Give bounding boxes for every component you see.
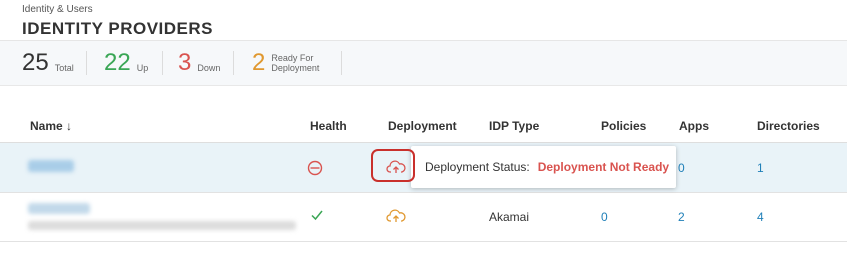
column-header-name[interactable]: Name ↓ [30,119,72,133]
divider [86,51,87,75]
stat-up-value: 22 [104,49,131,76]
redacted-name[interactable] [28,160,74,172]
divider [162,51,163,75]
check-icon [310,208,324,227]
stat-down-value: 3 [178,49,192,76]
stats-bar: 25 Total 22 Up 3 Down 2 Ready For Deploy… [0,41,847,86]
table-header: Name ↓ Health Deployment IDP Type Polici… [0,110,847,143]
idp-type-value: Akamai [489,210,530,224]
stat-ready[interactable]: 2 Ready For Deployment [252,41,331,85]
column-header-idp-type[interactable]: IDP Type [489,119,539,133]
column-header-health[interactable]: Health [310,119,347,133]
stat-up-label: Up [136,63,149,73]
cloud-upload-icon[interactable] [386,208,406,229]
tooltip-label: Deployment Status: [425,160,530,174]
highlight-box [371,149,415,182]
stat-down[interactable]: 3 Down [178,41,220,85]
stat-ready-value: 2 [252,49,266,76]
divider [341,51,342,75]
redacted-description [28,221,296,230]
policies-count[interactable]: 0 [601,210,608,224]
stat-up[interactable]: 22 Up [104,41,148,85]
directories-count[interactable]: 4 [757,210,764,224]
directories-count[interactable]: 1 [757,161,764,175]
breadcrumb[interactable]: Identity & Users [22,4,93,15]
down-icon [307,160,323,181]
column-header-directories[interactable]: Directories [757,119,820,133]
deployment-status-tooltip: Deployment Status: Deployment Not Ready [411,146,676,188]
stat-total[interactable]: 25 Total [22,41,74,85]
redacted-name[interactable] [28,203,90,214]
stat-down-label: Down [197,63,221,73]
column-header-deployment[interactable]: Deployment [388,119,457,133]
column-header-policies[interactable]: Policies [601,119,646,133]
stat-ready-label: Ready For Deployment [271,53,320,73]
page-title: IDENTITY PROVIDERS [22,19,213,38]
table-row[interactable]: Akamai 0 2 4 [0,193,847,242]
page-header: Identity & Users IDENTITY PROVIDERS [0,0,847,41]
apps-count[interactable]: 0 [678,161,685,175]
divider [233,51,234,75]
apps-count[interactable]: 2 [678,210,685,224]
stat-total-label: Total [54,63,74,73]
tooltip-status-value: Deployment Not Ready [537,160,670,174]
stat-total-value: 25 [22,49,49,76]
column-header-apps[interactable]: Apps [679,119,709,133]
